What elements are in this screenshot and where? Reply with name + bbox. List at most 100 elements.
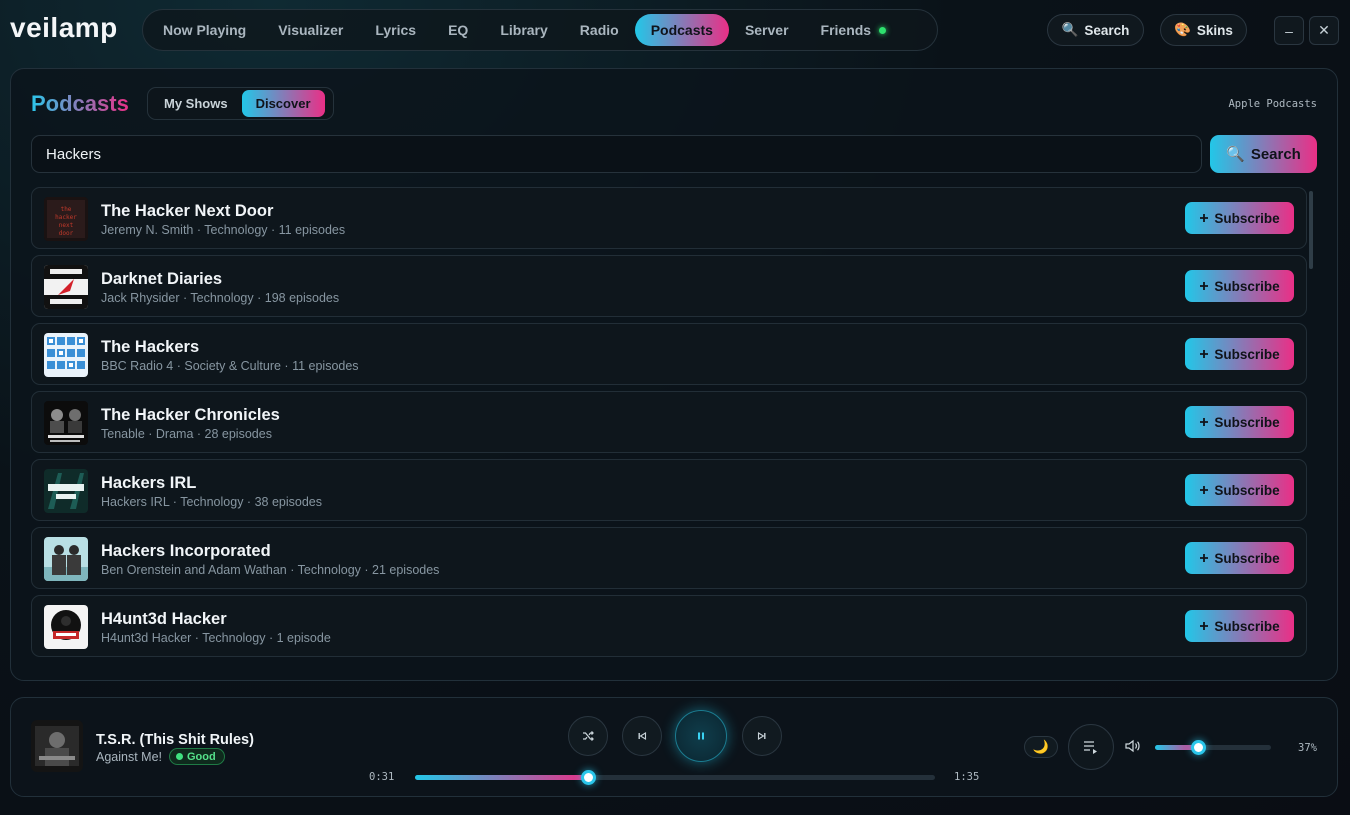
podcast-title: Darknet Diaries (101, 270, 223, 288)
tab-podcasts[interactable]: Podcasts (634, 14, 729, 46)
plus-icon (1200, 418, 1209, 426)
podcast-author: Hackers IRL (101, 495, 170, 509)
global-search-button[interactable]: 🔍 Search (1047, 14, 1144, 46)
podcast-result-row[interactable]: Darknet Diaries Jack Rhysider · Technolog… (31, 255, 1307, 317)
podcast-search-input[interactable] (31, 135, 1202, 173)
volume-handle[interactable] (1190, 740, 1206, 755)
tab-lyrics[interactable]: Lyrics (359, 14, 432, 46)
quality-badge: Good (169, 748, 225, 765)
volume-slider[interactable] (1155, 740, 1271, 755)
palette-icon: 🎨 (1174, 22, 1191, 37)
page-title: Podcasts (31, 91, 129, 116)
subscribe-button[interactable]: Subscribe (1185, 610, 1294, 642)
podcast-result-row[interactable]: Hackers Incorporated Ben Orenstein and Ad… (31, 527, 1307, 589)
podcast-artwork (44, 469, 88, 513)
tab-visualizer[interactable]: Visualizer (262, 14, 359, 46)
podcast-meta: Hackers IRL · Technology · 38 episodes (101, 495, 322, 509)
subscribe-button[interactable]: Subscribe (1185, 202, 1294, 234)
pause-icon (698, 732, 704, 740)
podcast-genre: Technology (297, 563, 361, 577)
magnifier-icon: 🔍 (1226, 146, 1245, 163)
meta-separator: · (173, 359, 185, 373)
segment-my-shows[interactable]: My Shows (150, 90, 242, 117)
total-time: 1:35 (954, 771, 980, 783)
podcast-title: The Hackers (101, 338, 200, 356)
subscribe-button[interactable]: Subscribe (1185, 474, 1294, 506)
podcast-result-row[interactable]: The Hacker Chronicles Tenable · Drama · 2… (31, 391, 1307, 453)
subscribe-button[interactable]: Subscribe (1185, 338, 1294, 370)
source-label: Apple Podcasts (1228, 98, 1317, 110)
podcast-genre: Drama (155, 427, 194, 441)
tab-label: EQ (448, 22, 469, 38)
close-window-button[interactable]: ✕ (1309, 16, 1339, 45)
minimize-button[interactable]: – (1274, 16, 1304, 45)
podcast-artwork (44, 537, 88, 581)
moon-icon: 🌙 (1032, 739, 1050, 754)
podcast-title: Hackers IRL (101, 474, 197, 492)
queue-list-icon (1084, 741, 1097, 754)
shuffle-icon (583, 731, 594, 741)
podcast-title: Hackers Incorporated (101, 542, 271, 560)
meta-separator: · (193, 427, 205, 441)
podcast-search-button[interactable]: 🔍 Search (1210, 135, 1317, 173)
skins-button[interactable]: 🎨 Skins (1160, 14, 1247, 46)
podcast-genre: Society & Culture (184, 359, 281, 373)
theme-toggle[interactable]: 🌙 (1024, 736, 1058, 758)
tab-radio[interactable]: Radio (564, 14, 635, 46)
podcast-meta: H4unt3d Hacker · Technology · 1 episode (101, 631, 331, 645)
play-pause-button[interactable] (675, 710, 727, 762)
podcast-result-row[interactable]: H4unt3d Hacker H4unt3d Hacker · Technolog… (31, 595, 1307, 657)
plus-icon (1200, 554, 1209, 562)
podcast-genre: Technology (202, 631, 266, 645)
tab-server[interactable]: Server (729, 14, 805, 46)
seek-progress (415, 775, 589, 780)
subscribe-label: Subscribe (1214, 346, 1280, 362)
mute-button[interactable] (1125, 739, 1141, 758)
podcast-episode-count: 28 episodes (204, 427, 272, 441)
skip-forward-icon (757, 732, 766, 740)
queue-button[interactable] (1068, 724, 1114, 770)
seek-handle[interactable] (581, 770, 597, 785)
tab-label: Podcasts (650, 22, 713, 38)
plus-icon (1200, 622, 1209, 630)
podcasts-panel: Podcasts My Shows Discover Apple Podcasts… (10, 68, 1338, 681)
shuffle-button[interactable] (568, 716, 608, 756)
subscribe-button[interactable]: Subscribe (1185, 270, 1294, 302)
scrollbar-thumb[interactable] (1309, 191, 1313, 269)
subscribe-button[interactable]: Subscribe (1185, 542, 1294, 574)
artist-name[interactable]: Against Me! (96, 750, 162, 764)
segment-discover[interactable]: Discover (241, 90, 325, 117)
podcast-result-row[interactable]: the hacker next door The Hacker Next Door Jer… (31, 187, 1307, 249)
podcast-author: Jack Rhysider (101, 291, 180, 305)
podcast-result-row[interactable]: The Hackers BBC Radio 4 · Society & Cultu… (31, 323, 1307, 385)
podcast-episode-count: 38 episodes (254, 495, 322, 509)
podcast-author: BBC Radio 4 (101, 359, 174, 373)
volume-percent: 37% (1298, 742, 1317, 754)
tab-eq[interactable]: EQ (432, 14, 484, 46)
results-scrollbar[interactable] (1309, 187, 1313, 661)
previous-button[interactable] (622, 716, 662, 756)
podcast-episode-count: 1 episode (276, 631, 331, 645)
subscribe-label: Subscribe (1214, 210, 1280, 226)
podcast-artwork (44, 265, 88, 309)
app-logo: veilamp (10, 12, 118, 43)
tab-label: Lyrics (375, 22, 417, 38)
subscribe-button[interactable]: Subscribe (1185, 406, 1294, 438)
album-cover[interactable] (31, 720, 83, 772)
podcast-result-row[interactable]: Hackers IRL Hackers IRL · Technology · 38… (31, 459, 1307, 521)
podcast-episode-count: 198 episodes (264, 291, 340, 305)
podcast-genre: Technology (180, 495, 244, 509)
seek-bar[interactable] (415, 770, 935, 785)
skip-back-icon (638, 732, 647, 740)
meta-separator: · (360, 563, 373, 577)
meta-separator: · (265, 631, 277, 645)
tab-now-playing[interactable]: Now Playing (147, 14, 262, 46)
tab-library[interactable]: Library (484, 14, 563, 46)
next-button[interactable] (742, 716, 782, 756)
tab-label: Now Playing (163, 22, 247, 38)
player-bar: T.S.R. (This Shit Rules) Against Me! Goo… (10, 697, 1338, 797)
tab-friends[interactable]: Friends (805, 14, 903, 46)
meta-separator: · (253, 291, 265, 305)
podcast-author: H4unt3d Hacker (101, 631, 192, 645)
tab-label: Visualizer (278, 22, 344, 38)
